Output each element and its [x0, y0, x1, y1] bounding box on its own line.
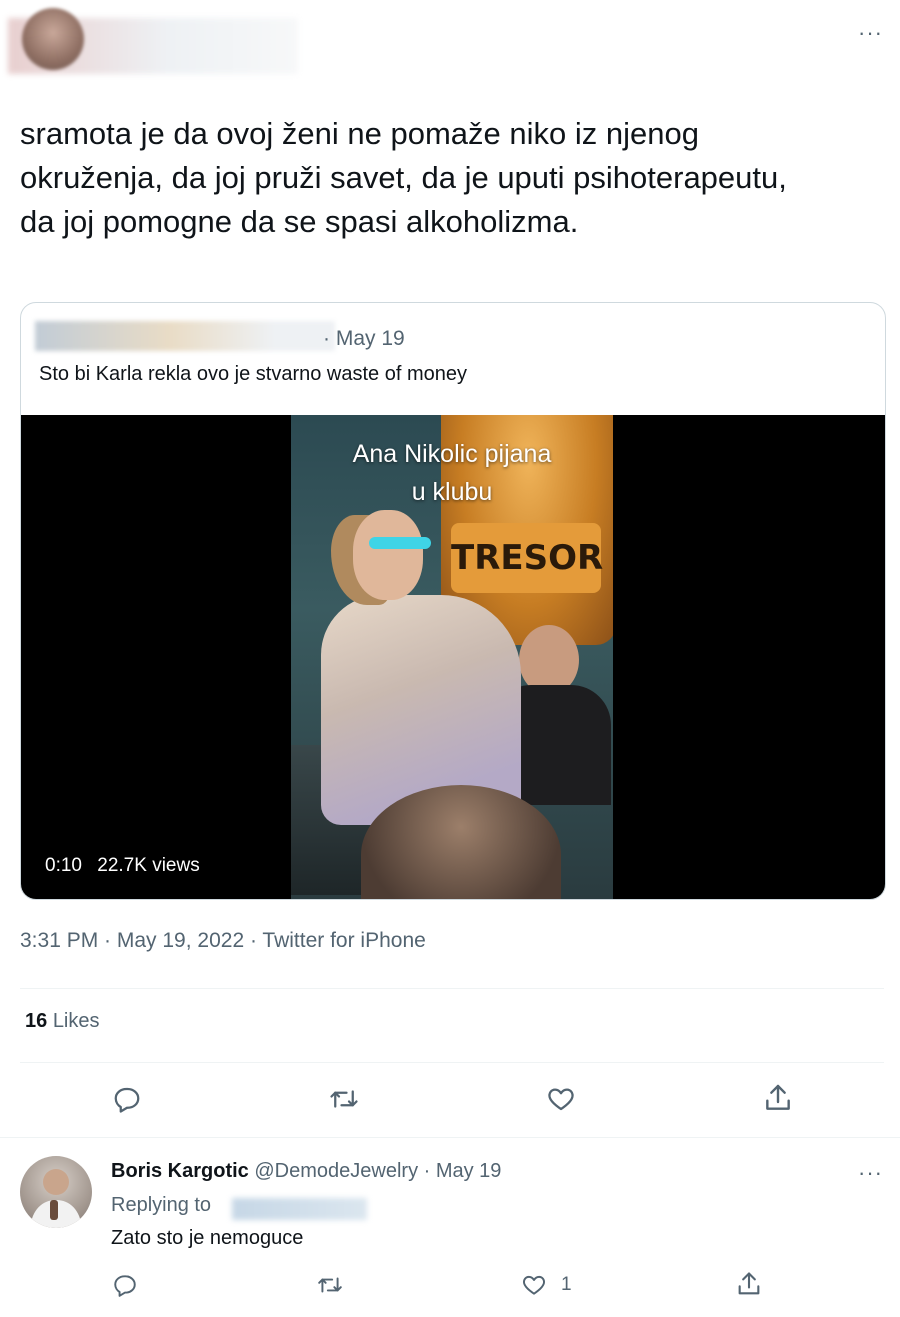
club-sign-text: TRESOR	[451, 523, 603, 593]
divider	[20, 1062, 884, 1063]
share-button[interactable]	[762, 1082, 794, 1114]
tweet-text: sramota je da ovoj ženi ne pomaže niko i…	[20, 116, 787, 239]
reply-handle-date[interactable]: @DemodeJewelry · May 19	[254, 1160, 501, 1182]
video-duration: 0:10	[45, 855, 82, 876]
likes-count[interactable]: 16 Likes	[25, 1010, 100, 1033]
reply-reply-button[interactable]	[112, 1272, 138, 1298]
share-icon	[738, 1272, 760, 1295]
quoted-tweet-card[interactable]: · May 19 Sto bi Karla rekla ovo je stvar…	[20, 302, 886, 900]
likes-label: Likes	[52, 1010, 100, 1032]
heart-icon	[548, 1088, 574, 1111]
video-meta: 0:10 22.7K views	[45, 855, 200, 877]
video-views: 22.7K views	[97, 855, 200, 876]
video-caption: Ana Nikolic pijana u klubu	[291, 435, 613, 511]
like-button[interactable]	[546, 1084, 576, 1114]
divider	[20, 988, 884, 989]
retweet-button[interactable]	[328, 1084, 360, 1114]
reply-like-count: 1	[561, 1274, 572, 1295]
quoted-author-blurred	[35, 321, 335, 351]
video-player[interactable]: TRESOR Ana Nikolic pijana u klubu 0:10 2…	[21, 415, 885, 899]
replying-to-handle-blurred[interactable]	[232, 1198, 367, 1220]
likes-number: 16	[25, 1010, 48, 1032]
reply-icon	[114, 1087, 140, 1113]
reply-more-options-icon[interactable]: ···	[858, 1160, 883, 1186]
share-icon	[766, 1084, 790, 1110]
video-frame: TRESOR Ana Nikolic pijana u klubu	[291, 415, 613, 899]
quoted-tweet-date[interactable]: · May 19	[323, 327, 405, 351]
reply-button[interactable]	[112, 1084, 142, 1114]
video-caption-line-1: Ana Nikolic pijana	[352, 440, 552, 468]
retweet-icon	[330, 1090, 358, 1108]
singer-sunglasses	[369, 537, 431, 549]
quoted-tweet-text: Sto bi Karla rekla ovo je stvarno waste …	[39, 363, 467, 385]
reply-like-button[interactable]: 1	[521, 1272, 572, 1298]
more-options-icon[interactable]: ···	[858, 20, 883, 46]
reply-icon	[114, 1275, 136, 1297]
reply-display-name[interactable]: Boris Kargotic	[111, 1160, 249, 1182]
divider	[0, 1137, 900, 1138]
singer-figure-head	[353, 510, 423, 600]
reply-share-button[interactable]	[735, 1270, 763, 1298]
reply-avatar[interactable]	[20, 1156, 92, 1228]
reply-author[interactable]: Boris Kargotic @DemodeJewelry · May 19	[111, 1160, 501, 1183]
author-avatar[interactable]	[22, 8, 84, 70]
person-avatar-graphic	[30, 1169, 82, 1228]
reply-retweet-button[interactable]	[316, 1272, 344, 1298]
retweet-icon	[318, 1277, 342, 1293]
video-caption-line-2: u klubu	[411, 478, 493, 506]
heart-icon	[523, 1275, 545, 1295]
replying-to-label: Replying to	[111, 1194, 212, 1216]
tweet-timestamp[interactable]: 3:31 PM · May 19, 2022 · Twitter for iPh…	[20, 929, 426, 953]
reply-text: Zato sto je nemoguce	[111, 1227, 304, 1249]
